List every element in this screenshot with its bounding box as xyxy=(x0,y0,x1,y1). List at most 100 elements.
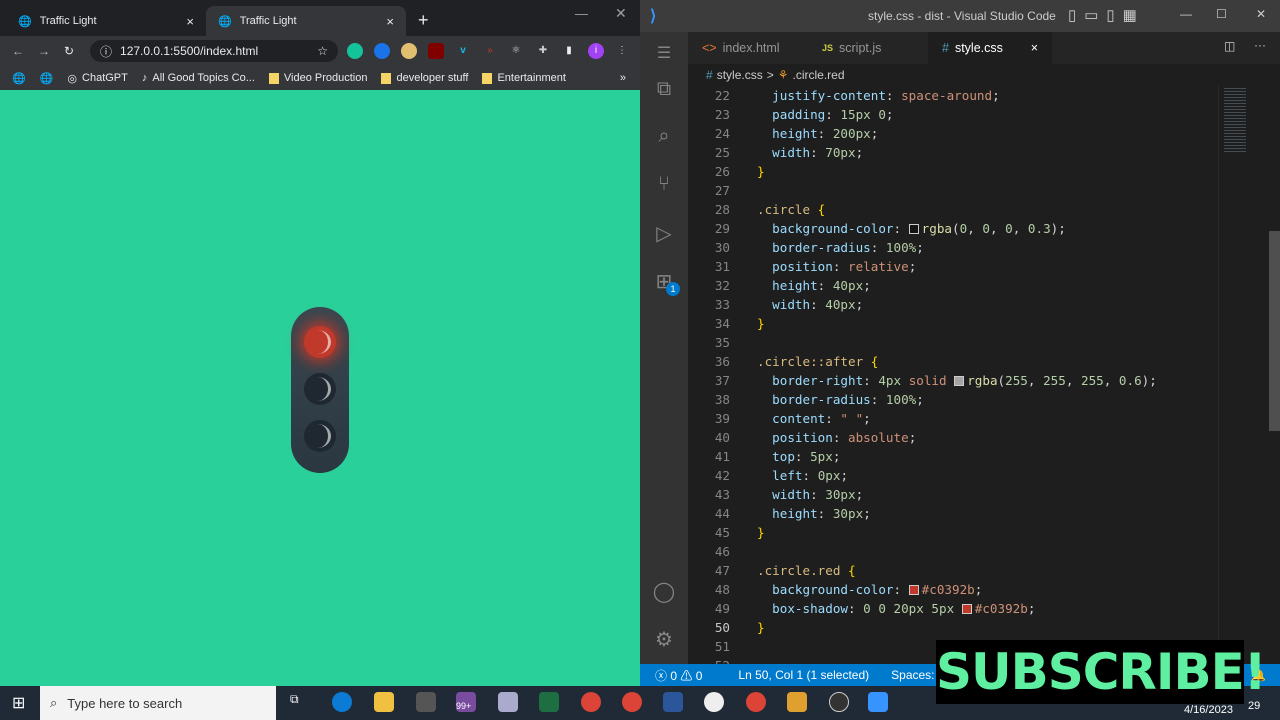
code-line[interactable]: 48 background-color: #c0392b; xyxy=(688,580,1218,599)
code-line[interactable]: 23 padding: 15px 0; xyxy=(688,105,1218,124)
bookmark-folder[interactable]: Entertainment xyxy=(482,72,566,84)
code-line[interactable]: 26} xyxy=(688,162,1218,181)
code-line[interactable]: 28 .circle { xyxy=(688,200,1218,219)
code-line[interactable]: 46 xyxy=(688,542,1218,561)
code-line[interactable]: 24 height: 200px; xyxy=(688,124,1218,143)
minimize-button[interactable]: — xyxy=(1180,7,1192,21)
profile-avatar[interactable]: i xyxy=(588,43,604,59)
chrome-icon[interactable] xyxy=(746,692,766,712)
bookmark-tiktok[interactable]: ♪ All Good Topics Co... xyxy=(142,72,255,84)
color-swatch[interactable] xyxy=(954,376,965,386)
search-icon[interactable]: ⌕ xyxy=(652,124,676,148)
maximize-button[interactable]: ☐ xyxy=(1216,7,1227,21)
more-actions-icon[interactable]: ··· xyxy=(1254,38,1266,52)
extensions-icon[interactable]: ⊞ 1 xyxy=(652,270,680,296)
run-debug-icon[interactable]: ▷ xyxy=(652,222,676,246)
minimize-button[interactable]: — xyxy=(575,6,588,21)
browser-tab-active[interactable]: 🌐 Traffic Light × xyxy=(206,6,406,36)
code-line[interactable]: 41 top: 5px; xyxy=(688,447,1218,466)
forward-icon[interactable]: → xyxy=(38,44,50,58)
new-tab-button[interactable]: + xyxy=(418,10,429,31)
bookmark-folder[interactable]: developer stuff xyxy=(381,72,468,84)
layout-icons[interactable]: ▯▭▯▦ xyxy=(1068,6,1145,24)
code-line[interactable]: 45} xyxy=(688,523,1218,542)
close-tab-icon[interactable]: × xyxy=(1031,41,1038,55)
extension-icon[interactable]: » xyxy=(482,43,498,59)
close-tab-icon[interactable]: × xyxy=(386,14,394,29)
code-line[interactable]: 25 width: 70px; xyxy=(688,143,1218,162)
tab-script-js[interactable]: JS script.js xyxy=(808,32,895,64)
taskbar-search[interactable]: ⌕ Type here to search xyxy=(40,686,276,720)
bookmark-folder[interactable]: Video Production xyxy=(268,72,367,84)
scrollbar[interactable] xyxy=(1269,231,1280,431)
code-line[interactable]: 32 height: 40px; xyxy=(688,276,1218,295)
slack-icon[interactable] xyxy=(704,692,724,712)
menu-icon[interactable]: ☰ xyxy=(652,42,676,66)
code-line[interactable]: 33 width: 40px; xyxy=(688,295,1218,314)
tab-index-html[interactable]: <> index.html xyxy=(688,32,794,64)
code-line[interactable]: 35 xyxy=(688,333,1218,352)
split-editor-icon[interactable]: ◫ xyxy=(1224,39,1235,53)
code-line[interactable]: 34} xyxy=(688,314,1218,333)
color-swatch[interactable] xyxy=(908,224,919,234)
code-line[interactable]: 22 justify-content: space-around; xyxy=(688,86,1218,105)
more-bookmarks-button[interactable]: » xyxy=(620,72,626,84)
puzzle-icon[interactable]: ✚ xyxy=(535,43,551,59)
bookmark-chatgpt[interactable]: ◎ ChatGPT xyxy=(67,72,127,85)
globe-icon[interactable]: 🌐 xyxy=(40,72,54,85)
word-icon[interactable] xyxy=(663,692,683,712)
code-line[interactable]: 37 border-right: 4px solid rgba(255, 255… xyxy=(688,371,1218,390)
ublock-extension-icon[interactable] xyxy=(428,43,444,59)
address-bar[interactable]: ⓘ 127.0.0.1:5500/index.html ☆ xyxy=(90,40,338,62)
react-devtools-icon[interactable]: ⚛ xyxy=(508,43,524,59)
code-line[interactable]: 44 height: 30px; xyxy=(688,504,1218,523)
code-editor[interactable]: 22 justify-content: space-around; 23 padd… xyxy=(688,77,1218,664)
close-window-button[interactable]: ✕ xyxy=(615,5,627,22)
windows-start-icon[interactable]: ⊞ xyxy=(12,693,25,713)
obs-icon[interactable] xyxy=(829,692,849,712)
code-line[interactable]: 36 .circle::after { xyxy=(688,352,1218,371)
app-icon[interactable] xyxy=(498,692,518,712)
gear-icon[interactable]: ⚙ xyxy=(652,628,676,652)
back-icon[interactable]: ← xyxy=(12,44,24,58)
code-line[interactable]: 27 xyxy=(688,181,1218,200)
vimeo-extension-icon[interactable]: v xyxy=(455,43,471,59)
code-line[interactable]: 40 position: absolute; xyxy=(688,428,1218,447)
problems-indicator[interactable]: ⓧ 0 ⚠ 0 xyxy=(655,667,702,684)
chrome-icon[interactable] xyxy=(622,692,642,712)
code-line[interactable]: 38 border-radius: 100%; xyxy=(688,390,1218,409)
star-icon[interactable]: ☆ xyxy=(317,44,328,58)
notification-count[interactable]: 29 xyxy=(1248,700,1260,712)
code-line[interactable]: 42 left: 0px; xyxy=(688,466,1218,485)
extension-icon[interactable] xyxy=(401,43,417,59)
menu-icon[interactable]: ⋮ xyxy=(614,43,630,59)
code-line[interactable]: 47 .circle.red { xyxy=(688,561,1218,580)
code-line[interactable]: 39 content: " "; xyxy=(688,409,1218,428)
color-swatch[interactable] xyxy=(908,585,919,595)
date[interactable]: 4/16/2023 xyxy=(1184,704,1233,716)
mail-icon[interactable]: 99+ xyxy=(456,692,476,712)
close-tab-icon[interactable]: × xyxy=(186,14,194,29)
code-line[interactable]: 31 position: relative; xyxy=(688,257,1218,276)
explorer-icon[interactable]: ⧉ xyxy=(652,77,676,101)
excel-icon[interactable] xyxy=(539,692,559,712)
code-line[interactable]: 49 box-shadow: 0 0 20px 5px #c0392b; xyxy=(688,599,1218,618)
globe-icon[interactable]: 🌐 xyxy=(12,72,26,85)
chrome-icon[interactable] xyxy=(581,692,601,712)
file-explorer-icon[interactable] xyxy=(374,692,394,712)
grammarly-extension-icon[interactable] xyxy=(347,43,363,59)
cursor-position[interactable]: Ln 50, Col 1 (1 selected) xyxy=(738,668,869,682)
browser-tab[interactable]: 🌐 Traffic Light × xyxy=(6,6,206,36)
vscode-icon[interactable] xyxy=(868,692,888,712)
code-line[interactable]: 29 background-color: rgba(0, 0, 0, 0.3); xyxy=(688,219,1218,238)
close-button[interactable]: ✕ xyxy=(1256,7,1266,21)
store-icon[interactable] xyxy=(416,692,436,712)
code-line[interactable]: 50} xyxy=(688,618,1218,637)
reload-icon[interactable]: ↻ xyxy=(64,44,74,58)
app-icon[interactable] xyxy=(787,692,807,712)
edge-icon[interactable] xyxy=(332,692,352,712)
source-control-icon[interactable]: ⑂ xyxy=(652,172,676,196)
color-swatch[interactable] xyxy=(961,604,972,614)
task-view-icon[interactable]: ⧉ xyxy=(290,692,310,712)
minimap[interactable] xyxy=(1218,86,1280,664)
